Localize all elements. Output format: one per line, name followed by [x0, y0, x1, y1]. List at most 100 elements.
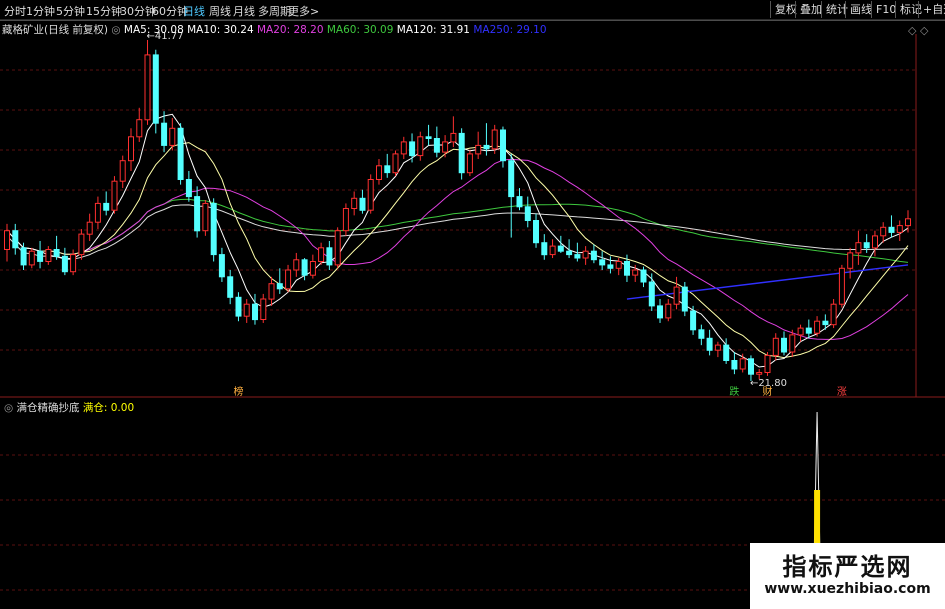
candle	[657, 305, 663, 319]
candle	[888, 226, 895, 233]
expand-icon[interactable]: ◇	[920, 24, 928, 37]
candle	[797, 327, 804, 336]
candle	[202, 202, 209, 232]
candle	[144, 54, 151, 121]
candle	[805, 327, 812, 334]
candle	[549, 245, 556, 256]
candle	[260, 298, 267, 320]
candle	[342, 208, 349, 232]
candle	[433, 138, 440, 153]
candle	[119, 160, 126, 182]
candle	[276, 283, 283, 290]
candle	[681, 286, 688, 312]
ma-legend-item: MA60: 30.09	[326, 24, 397, 36]
candle	[814, 320, 821, 334]
ma5-line	[6, 113, 909, 368]
sub-indicator-value: 0.00	[110, 402, 135, 414]
candlestick-chart[interactable]: ←41.77←21.80榜跌财涨	[0, 0, 945, 609]
candle	[648, 281, 655, 307]
candle	[855, 242, 862, 254]
candle	[483, 144, 490, 150]
candle	[731, 360, 738, 370]
candle	[318, 247, 325, 263]
candle	[880, 226, 887, 237]
settings-icon[interactable]: ◎	[4, 402, 13, 414]
candle	[541, 242, 548, 256]
signal-marker-1: 跌	[729, 385, 739, 398]
candle	[896, 225, 903, 233]
candle	[111, 180, 118, 211]
candle	[70, 254, 77, 273]
candle	[20, 247, 27, 266]
ma-legend-item: MA10: 30.24	[187, 24, 257, 36]
candle	[640, 269, 647, 283]
ma-legend-item: MA20: 28.20	[256, 24, 327, 36]
candle	[243, 303, 250, 317]
candle	[590, 250, 597, 261]
ma60-line	[6, 198, 909, 263]
stock-title: 藏格矿业(日线 前复权)	[2, 24, 109, 36]
candle	[524, 206, 531, 222]
candle	[516, 196, 523, 208]
candle	[136, 119, 143, 138]
candle	[500, 129, 506, 162]
candle	[12, 230, 19, 249]
ma-legend-item: MA5: 30.08	[123, 24, 188, 36]
candle	[227, 276, 234, 298]
candle	[61, 255, 68, 273]
candle	[359, 197, 366, 211]
candle	[351, 197, 358, 210]
candle	[508, 160, 515, 198]
candle	[574, 254, 581, 259]
candle	[285, 269, 292, 290]
candle	[4, 230, 10, 250]
candle	[632, 269, 639, 276]
sub-indicator-label: 满仓:	[82, 402, 108, 414]
candle	[37, 250, 44, 262]
candle	[607, 264, 614, 269]
signal-marker-2: 财	[762, 385, 772, 398]
ma250-line	[626, 264, 909, 300]
diamond-icon[interactable]: ◇	[908, 24, 916, 37]
candle	[326, 247, 333, 266]
settings-icon[interactable]: ◎	[111, 24, 120, 36]
candle	[905, 218, 911, 227]
candle	[475, 144, 482, 155]
candle	[781, 337, 787, 353]
candle	[28, 250, 35, 266]
candle	[417, 136, 424, 157]
ma10-line	[6, 142, 909, 359]
candle	[45, 249, 52, 262]
watermark-url: www.xuezhibiao.com	[764, 581, 931, 597]
candle	[756, 372, 763, 375]
candle	[772, 337, 779, 356]
candle	[252, 303, 258, 321]
ma-legend-item: MA250: 29.10	[473, 24, 547, 36]
candle	[376, 165, 382, 181]
candle	[161, 122, 168, 146]
candle	[152, 54, 159, 124]
candle	[789, 334, 796, 353]
candle	[599, 259, 606, 266]
candle	[53, 249, 60, 257]
candle	[384, 165, 391, 174]
sub-legend: ◎ 满仓精确抄底 满仓: 0.00	[4, 400, 134, 415]
sub-indicator-title: 满仓精确抄底	[16, 402, 80, 414]
candle	[210, 202, 217, 256]
candle	[86, 221, 93, 235]
candle	[78, 233, 85, 256]
candle	[690, 310, 697, 331]
candle	[185, 179, 192, 198]
candle	[566, 250, 573, 256]
candle	[409, 141, 416, 157]
candle	[458, 132, 465, 174]
signal-marker-3: 涨	[837, 386, 847, 398]
candle	[450, 132, 457, 143]
candle	[739, 358, 746, 370]
candle	[218, 254, 225, 278]
candle	[665, 303, 672, 319]
candle	[392, 153, 399, 174]
candle	[169, 127, 176, 146]
candle	[748, 358, 754, 375]
main-legend: 藏格矿业(日线 前复权) ◎ MA5: 30.08 MA10: 30.24 MA…	[2, 22, 547, 37]
